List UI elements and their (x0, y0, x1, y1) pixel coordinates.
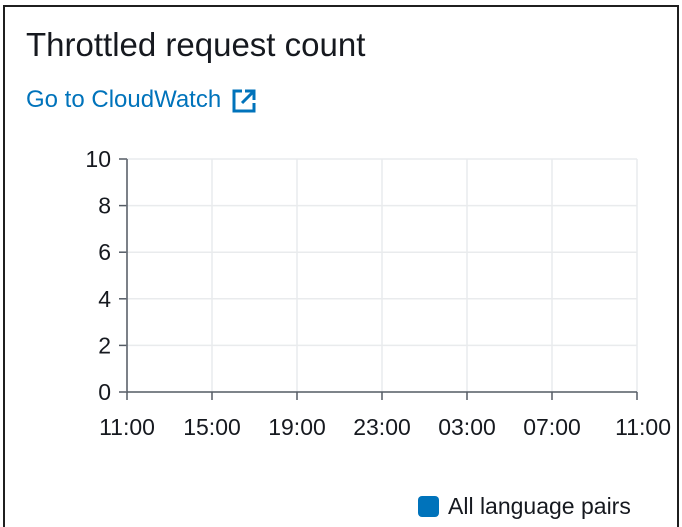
throttled-request-chart: 0 2 4 6 8 10 11:00 15:00 19:00 23:00 03:00 07:00 11:… (85, 146, 671, 440)
x-tick-label: 11:00 (615, 414, 671, 440)
y-tick-label: 0 (98, 379, 111, 405)
x-tick-label: 23:00 (353, 414, 411, 440)
x-tick-label: 07:00 (523, 414, 581, 440)
y-tick-label: 10 (85, 146, 111, 172)
y-tick-label: 4 (98, 286, 111, 312)
x-tick-label: 11:00 (99, 414, 155, 440)
chart-legend: All language pairs (418, 492, 631, 520)
x-tick-label: 03:00 (438, 414, 496, 440)
y-tick-label: 8 (98, 193, 111, 219)
x-tick-label: 15:00 (183, 414, 241, 440)
legend-swatch-all-language-pairs[interactable] (418, 495, 439, 517)
x-tick-label: 19:00 (268, 414, 326, 440)
legend-label-all-language-pairs[interactable]: All language pairs (448, 492, 631, 520)
y-tick-label: 2 (98, 332, 111, 358)
y-tick-label: 6 (98, 239, 111, 265)
throttled-request-count-widget: Throttled request count Go to CloudWatch… (3, 5, 679, 527)
